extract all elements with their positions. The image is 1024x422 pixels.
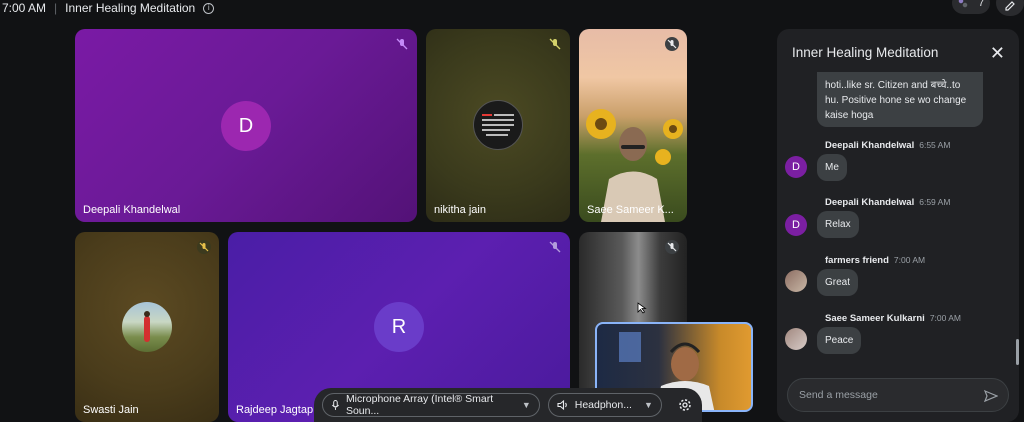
message-text: Peace bbox=[825, 335, 854, 346]
speaker-select[interactable]: Headphon... ▼ bbox=[547, 393, 662, 417]
message-bubble: hoti..like sr. Citizen and बच्चे..to hu.… bbox=[817, 72, 983, 127]
sender-name: Saee Sameer Kulkarni bbox=[825, 313, 925, 324]
info-icon[interactable]: i bbox=[203, 2, 215, 14]
send-icon[interactable] bbox=[984, 389, 998, 403]
gear-icon bbox=[679, 399, 691, 411]
avatar bbox=[785, 328, 807, 350]
message-bubble: Peace bbox=[817, 327, 862, 354]
avatar: R bbox=[374, 302, 424, 352]
participant-tile-saee[interactable]: Saee Sameer K... bbox=[579, 29, 687, 222]
message-bubble: Great bbox=[817, 269, 859, 296]
people-button[interactable]: 7 bbox=[952, 0, 990, 14]
avatar-initial: D bbox=[792, 219, 800, 231]
clock-time: 7:00 AM bbox=[2, 1, 47, 15]
participants-icon bbox=[958, 0, 968, 10]
message-header: farmers friend 7:00 AM bbox=[825, 255, 925, 266]
cursor-icon bbox=[637, 302, 647, 314]
chat-panel: Inner Healing Meditation ✕ hoti..like sr… bbox=[777, 29, 1019, 422]
participant-tile-swasti[interactable]: Swasti Jain bbox=[75, 232, 219, 422]
device-controls-bar: Microphone Array (Intel® Smart Soun... ▼… bbox=[314, 388, 702, 422]
participant-tile-nikitha[interactable]: nikitha jain bbox=[426, 29, 570, 222]
avatar-image bbox=[482, 114, 514, 136]
speaker-label: Headphon... bbox=[574, 399, 632, 411]
microphone-icon bbox=[331, 400, 339, 410]
avatar bbox=[473, 100, 523, 150]
message-time: 6:55 AM bbox=[919, 140, 951, 150]
sender-name: Deepali Khandelwal bbox=[825, 140, 915, 151]
chat-scrollbar[interactable] bbox=[1016, 339, 1019, 365]
avatar: D bbox=[221, 101, 271, 151]
microphone-select[interactable]: Microphone Array (Intel® Smart Soun... ▼ bbox=[322, 393, 540, 417]
message-time: 7:00 AM bbox=[893, 255, 926, 265]
message-header: Deepali Khandelwal 6:55 AM bbox=[825, 140, 950, 151]
avatar bbox=[122, 302, 172, 352]
chevron-down-icon: ▼ bbox=[521, 400, 531, 410]
avatar: D bbox=[785, 214, 807, 236]
message-text: Me bbox=[825, 162, 839, 173]
settings-button[interactable] bbox=[676, 395, 694, 415]
mic-off-icon bbox=[396, 38, 408, 50]
mic-off-icon bbox=[197, 240, 211, 254]
chevron-down-icon: ▼ bbox=[643, 400, 653, 410]
message-bubble: Me bbox=[817, 154, 847, 181]
people-count: 7 bbox=[978, 0, 984, 9]
message-text: hoti..like sr. Citizen and बच्चे..to hu.… bbox=[825, 80, 967, 121]
participant-name: Swasti Jain bbox=[83, 404, 139, 416]
sender-name: Deepali Khandelwal bbox=[825, 197, 915, 208]
participant-tile-deepali[interactable]: D Deepali Khandelwal bbox=[75, 29, 417, 222]
video-feed bbox=[586, 109, 683, 222]
speaker-icon bbox=[557, 399, 567, 411]
mic-off-icon bbox=[549, 241, 561, 253]
microphone-label: Microphone Array (Intel® Smart Soun... bbox=[345, 393, 494, 417]
message-header: Saee Sameer Kulkarni 7:00 AM bbox=[825, 313, 961, 324]
participant-name: nikitha jain bbox=[434, 204, 486, 216]
sender-name: farmers friend bbox=[825, 255, 889, 266]
top-bar: 7:00 AM | Inner Healing Meditation i bbox=[0, 0, 1024, 16]
avatar-initial: D bbox=[238, 114, 254, 137]
pencil-icon bbox=[1005, 1, 1015, 11]
avatar-initial: R bbox=[391, 315, 407, 338]
close-icon[interactable]: ✕ bbox=[990, 43, 1005, 64]
message-header: Deepali Khandelwal 6:59 AM bbox=[825, 197, 950, 208]
message-bubble: Relax bbox=[817, 211, 859, 238]
avatar bbox=[785, 270, 807, 292]
message-text: Relax bbox=[825, 219, 851, 230]
participant-name: Deepali Khandelwal bbox=[83, 204, 181, 216]
mic-off-icon bbox=[665, 240, 679, 254]
avatar: D bbox=[785, 156, 807, 178]
message-input[interactable]: Send a message bbox=[787, 378, 1009, 412]
chat-panel-title: Inner Healing Meditation bbox=[792, 45, 939, 60]
message-text: Great bbox=[825, 277, 851, 288]
message-input-placeholder: Send a message bbox=[799, 389, 878, 401]
divider: | bbox=[54, 1, 58, 15]
message-time: 6:59 AM bbox=[919, 197, 951, 207]
message-time: 7:00 AM bbox=[929, 313, 961, 323]
participant-name: Saee Sameer K... bbox=[587, 204, 674, 216]
participant-name: Rajdeep Jagtap bbox=[236, 404, 314, 416]
mic-off-icon bbox=[549, 38, 561, 50]
meeting-title: Inner Healing Meditation bbox=[65, 1, 196, 15]
avatar-image bbox=[144, 311, 150, 342]
avatar-initial: D bbox=[792, 161, 800, 173]
